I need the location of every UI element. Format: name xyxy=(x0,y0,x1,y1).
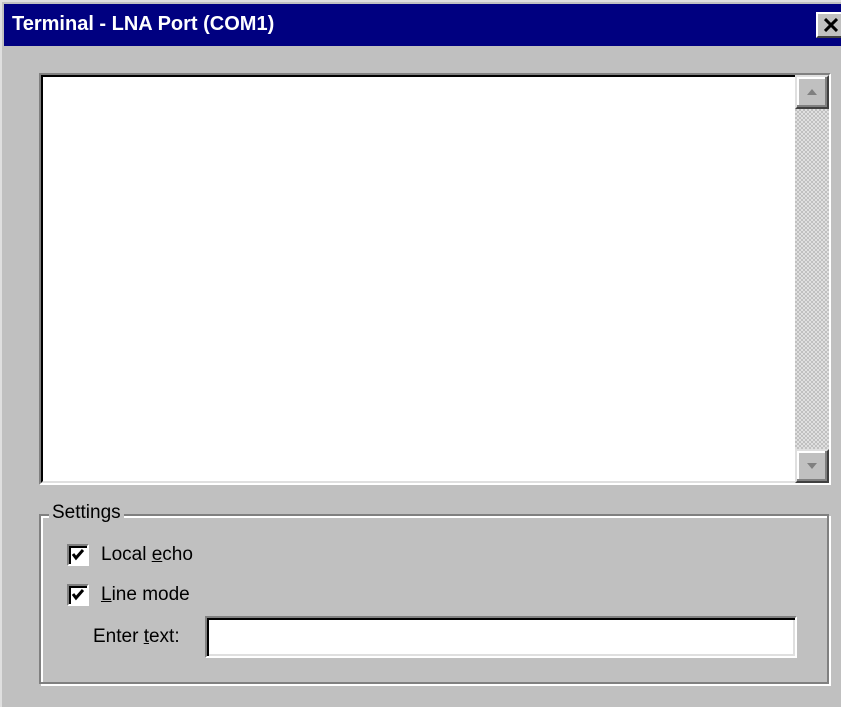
local-echo-label: Local echo xyxy=(101,544,193,565)
enter-text-input[interactable] xyxy=(205,616,797,658)
close-button[interactable] xyxy=(816,12,841,38)
checkmark-icon xyxy=(71,589,85,601)
arrow-down-icon xyxy=(807,463,817,469)
vertical-scrollbar[interactable] xyxy=(795,75,829,483)
local-echo-checkbox[interactable] xyxy=(67,544,89,566)
settings-group: Settings Local echo Line mode Enter text… xyxy=(39,502,829,684)
settings-group-label: Settings xyxy=(49,502,124,524)
checkmark-icon xyxy=(71,549,85,561)
window-title: Terminal - LNA Port (COM1) xyxy=(12,13,275,35)
terminal-window: Terminal - LNA Port (COM1) Settings Loca… xyxy=(0,0,841,707)
terminal-output[interactable] xyxy=(39,73,831,485)
terminal-output-text[interactable] xyxy=(41,75,829,483)
arrow-up-icon xyxy=(807,89,817,95)
line-mode-checkbox[interactable] xyxy=(67,584,89,606)
line-mode-label: Line mode xyxy=(101,584,190,605)
close-icon xyxy=(824,18,838,32)
title-bar[interactable]: Terminal - LNA Port (COM1) xyxy=(4,4,841,46)
enter-text-label: Enter text: xyxy=(93,626,180,647)
scroll-down-button[interactable] xyxy=(795,449,829,483)
scroll-up-button[interactable] xyxy=(795,75,829,109)
